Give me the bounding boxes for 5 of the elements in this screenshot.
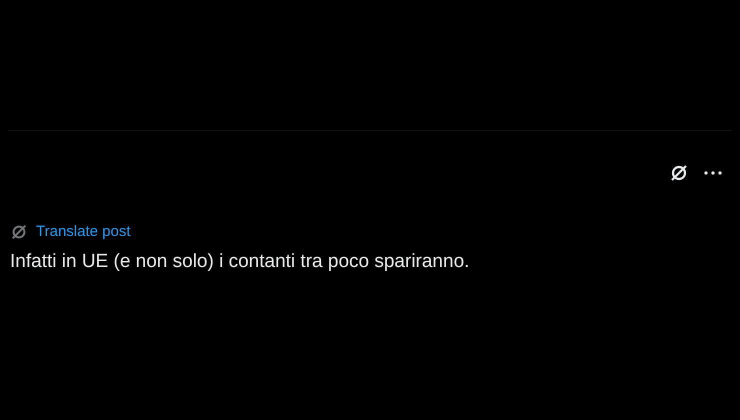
slashed-circle-icon <box>669 163 689 183</box>
slashed-circle-icon <box>10 223 28 242</box>
more-icon <box>704 171 722 175</box>
post-text: Infatti in UE (e non solo) i contanti tra poco spariranno. <box>10 250 470 274</box>
translate-link[interactable]: Translate post <box>36 221 130 244</box>
